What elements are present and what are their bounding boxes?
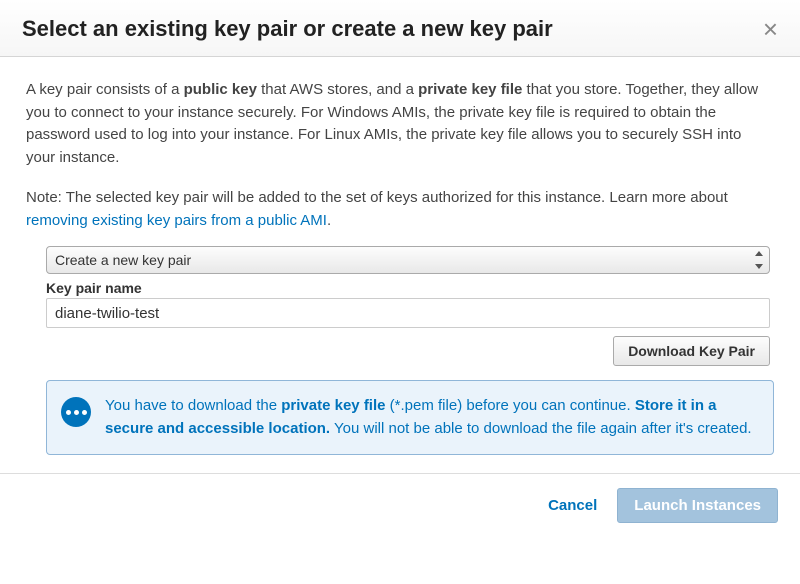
dialog-title: Select an existing key pair or create a … <box>22 16 553 42</box>
alert-text: You have to download the private key fil… <box>105 395 757 440</box>
download-row: Download Key Pair <box>46 336 770 366</box>
remove-keypairs-link[interactable]: removing existing key pairs from a publi… <box>26 212 327 229</box>
keypair-mode-select[interactable]: Create a new key pair <box>46 246 770 274</box>
note-part: . <box>327 212 331 229</box>
form-area: Create a new key pair Key pair name Down… <box>46 246 774 366</box>
alert-part: You have to download the <box>105 397 281 414</box>
keypair-name-input[interactable] <box>46 298 770 328</box>
dialog-content: A key pair consists of a public key that… <box>0 57 800 455</box>
alert-bold-private-key-file: private key file <box>281 397 385 414</box>
desc-part: that AWS stores, and a <box>257 81 418 98</box>
close-icon[interactable]: × <box>763 16 778 42</box>
desc-bold-private-key-file: private key file <box>418 81 522 98</box>
desc-part: A key pair consists of a <box>26 81 184 98</box>
keypair-name-label: Key pair name <box>46 280 770 296</box>
info-icon <box>61 397 91 427</box>
description-text: A key pair consists of a public key that… <box>26 79 774 169</box>
info-alert: You have to download the private key fil… <box>46 380 774 455</box>
dialog-footer: Cancel Launch Instances <box>0 473 800 537</box>
select-value: Create a new key pair <box>55 252 191 268</box>
download-keypair-button[interactable]: Download Key Pair <box>613 336 770 366</box>
desc-bold-public-key: public key <box>184 81 257 98</box>
launch-instances-button[interactable]: Launch Instances <box>617 488 778 523</box>
alert-part: (*.pem file) before you can continue. <box>386 397 635 414</box>
note-text: Note: The selected key pair will be adde… <box>26 187 774 232</box>
cancel-button[interactable]: Cancel <box>548 497 597 514</box>
note-part: Note: The selected key pair will be adde… <box>26 189 728 206</box>
dialog-header: Select an existing key pair or create a … <box>0 0 800 57</box>
alert-part: You will not be able to download the fil… <box>330 420 751 437</box>
